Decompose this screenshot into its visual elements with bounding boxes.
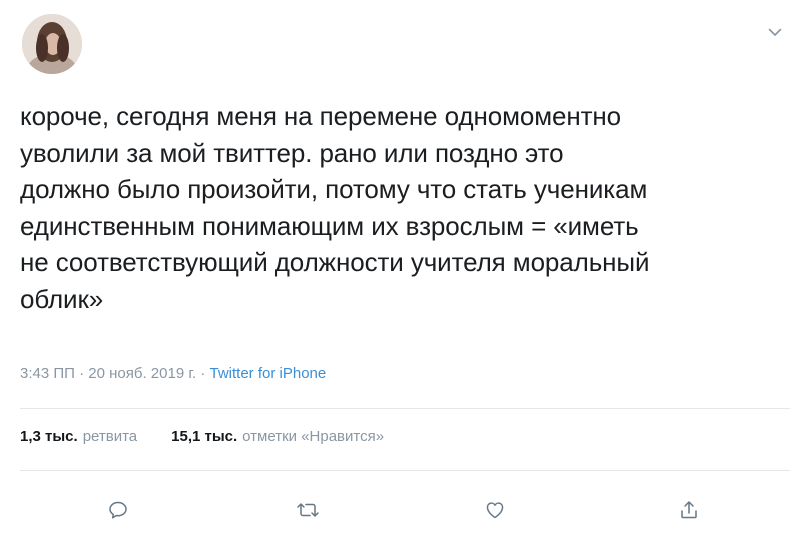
like-button[interactable] [477,492,513,528]
retweets-label: ретвита [82,428,138,445]
likes-stat[interactable]: 15,1 тыс. отметки «Нравится» [171,428,384,445]
tweet-metadata: 3:43 ПП · 20 нояб. 2019 г. · Twitter for… [20,365,326,382]
avatar-image [22,14,82,74]
tweet-time[interactable]: 3:43 ПП [20,365,75,382]
tweet-source-link[interactable]: Twitter for iPhone [210,365,327,382]
tweet-date[interactable]: 20 нояб. 2019 г. [88,365,196,382]
engagement-stats: 1,3 тыс. ретвита 15,1 тыс. отметки «Нравит… [20,428,384,445]
divider [20,408,790,409]
reply-button[interactable] [100,492,136,528]
tweet-menu-button[interactable] [762,22,788,42]
avatar[interactable] [22,14,82,74]
action-bar [0,492,800,528]
retweet-button[interactable] [290,492,326,528]
share-icon [681,501,697,519]
retweet-icon [297,503,319,517]
share-button[interactable] [671,492,707,528]
retweets-count: 1,3 тыс. [20,428,78,445]
tweet-card: короче, сегодня меня на перемене одномом… [0,0,800,546]
meta-separator: · [79,365,85,382]
chevron-down-icon [768,28,782,36]
likes-count: 15,1 тыс. [171,428,238,445]
tweet-text: короче, сегодня меня на перемене одномом… [20,101,650,314]
meta-separator: · [200,365,206,382]
reply-icon [109,501,127,519]
heart-icon [486,502,504,519]
likes-label: отметки «Нравится» [242,428,385,445]
divider [20,470,790,471]
retweets-stat[interactable]: 1,3 тыс. ретвита [20,428,137,445]
